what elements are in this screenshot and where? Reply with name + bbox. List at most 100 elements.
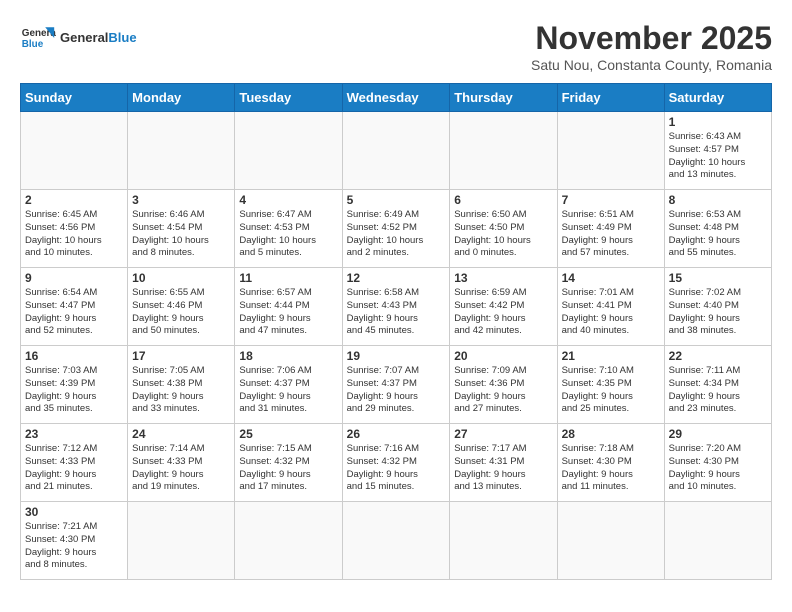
calendar-cell: 23 Sunrise: 7:12 AM Sunset: 4:33 PM Dayli… (21, 424, 128, 502)
week-row-6: 30Sunrise: 7:21 AM Sunset: 4:30 PM Dayli… (21, 502, 772, 580)
day-number: 5 (347, 193, 446, 207)
day-info: Sunrise: 6:53 AM Sunset: 4:48 PM Dayligh… (669, 209, 767, 260)
day-number: 7 (562, 193, 660, 207)
day-header-tuesday: Tuesday (235, 84, 342, 112)
day-info: Sunrise: 7:12 AM Sunset: 4:33 PM Dayligh… (25, 443, 123, 494)
header: General Blue GeneralBlue November 2025 S… (20, 20, 772, 73)
days-header-row: SundayMondayTuesdayWednesdayThursdayFrid… (21, 84, 772, 112)
day-info: Sunrise: 6:46 AM Sunset: 4:54 PM Dayligh… (132, 209, 230, 260)
calendar-cell: 10Sunrise: 6:55 AM Sunset: 4:46 PM Dayli… (128, 268, 235, 346)
day-number: 22 (669, 349, 767, 363)
day-number: 27 (454, 427, 552, 441)
calendar-cell (450, 502, 557, 580)
logo-blue: Blue (108, 30, 136, 45)
day-number: 6 (454, 193, 552, 207)
day-info: Sunrise: 6:50 AM Sunset: 4:50 PM Dayligh… (454, 209, 552, 260)
calendar-cell: 4Sunrise: 6:47 AM Sunset: 4:53 PM Daylig… (235, 190, 342, 268)
day-info: Sunrise: 6:51 AM Sunset: 4:49 PM Dayligh… (562, 209, 660, 260)
day-info: Sunrise: 7:17 AM Sunset: 4:31 PM Dayligh… (454, 443, 552, 494)
day-number: 19 (347, 349, 446, 363)
calendar-cell (342, 112, 450, 190)
calendar-cell: 29 Sunrise: 7:20 AM Sunset: 4:30 PM Dayli… (664, 424, 771, 502)
calendar-cell (128, 112, 235, 190)
title-area: November 2025 Satu Nou, Constanta County… (531, 20, 772, 73)
calendar-cell: 24Sunrise: 7:14 AM Sunset: 4:33 PM Dayli… (128, 424, 235, 502)
day-number: 10 (132, 271, 230, 285)
calendar: SundayMondayTuesdayWednesdayThursdayFrid… (20, 83, 772, 580)
calendar-cell (21, 112, 128, 190)
day-header-monday: Monday (128, 84, 235, 112)
calendar-cell: 12Sunrise: 6:58 AM Sunset: 4:43 PM Dayli… (342, 268, 450, 346)
day-info: Sunrise: 7:20 AM Sunset: 4:30 PM Dayligh… (669, 443, 767, 494)
week-row-4: 16 Sunrise: 7:03 AM Sunset: 4:39 PM Dayli… (21, 346, 772, 424)
calendar-cell (557, 112, 664, 190)
day-header-saturday: Saturday (664, 84, 771, 112)
day-header-thursday: Thursday (450, 84, 557, 112)
day-number: 17 (132, 349, 230, 363)
day-number: 29 (669, 427, 767, 441)
calendar-cell: 9Sunrise: 6:54 AM Sunset: 4:47 PM Daylig… (21, 268, 128, 346)
day-info: Sunrise: 6:58 AM Sunset: 4:43 PM Dayligh… (347, 287, 446, 338)
day-info: Sunrise: 6:54 AM Sunset: 4:47 PM Dayligh… (25, 287, 123, 338)
day-info: Sunrise: 7:03 AM Sunset: 4:39 PM Dayligh… (25, 365, 123, 416)
day-header-wednesday: Wednesday (342, 84, 450, 112)
day-number: 18 (239, 349, 337, 363)
day-info: Sunrise: 7:21 AM Sunset: 4:30 PM Dayligh… (25, 521, 123, 572)
day-number: 4 (239, 193, 337, 207)
calendar-cell: 18 Sunrise: 7:06 AM Sunset: 4:37 PM Dayli… (235, 346, 342, 424)
day-header-friday: Friday (557, 84, 664, 112)
week-row-2: 2Sunrise: 6:45 AM Sunset: 4:56 PM Daylig… (21, 190, 772, 268)
calendar-cell (450, 112, 557, 190)
logo-icon: General Blue (20, 20, 56, 56)
day-number: 16 (25, 349, 123, 363)
day-info: Sunrise: 6:57 AM Sunset: 4:44 PM Dayligh… (239, 287, 337, 338)
day-number: 25 (239, 427, 337, 441)
calendar-cell: 2Sunrise: 6:45 AM Sunset: 4:56 PM Daylig… (21, 190, 128, 268)
calendar-cell: 13Sunrise: 6:59 AM Sunset: 4:42 PM Dayli… (450, 268, 557, 346)
day-info: Sunrise: 7:05 AM Sunset: 4:38 PM Dayligh… (132, 365, 230, 416)
calendar-cell: 26Sunrise: 7:16 AM Sunset: 4:32 PM Dayli… (342, 424, 450, 502)
day-number: 11 (239, 271, 337, 285)
calendar-cell (235, 112, 342, 190)
day-number: 28 (562, 427, 660, 441)
calendar-cell: 17 Sunrise: 7:05 AM Sunset: 4:38 PM Dayli… (128, 346, 235, 424)
calendar-cell: 6 Sunrise: 6:50 AM Sunset: 4:50 PM Daylig… (450, 190, 557, 268)
day-number: 20 (454, 349, 552, 363)
calendar-cell: 16 Sunrise: 7:03 AM Sunset: 4:39 PM Dayli… (21, 346, 128, 424)
day-number: 15 (669, 271, 767, 285)
calendar-cell: 28 Sunrise: 7:18 AM Sunset: 4:30 PM Dayli… (557, 424, 664, 502)
day-number: 3 (132, 193, 230, 207)
day-info: Sunrise: 7:10 AM Sunset: 4:35 PM Dayligh… (562, 365, 660, 416)
logo-general: General (60, 30, 108, 45)
day-info: Sunrise: 6:59 AM Sunset: 4:42 PM Dayligh… (454, 287, 552, 338)
calendar-cell: 5Sunrise: 6:49 AM Sunset: 4:52 PM Daylig… (342, 190, 450, 268)
day-info: Sunrise: 7:15 AM Sunset: 4:32 PM Dayligh… (239, 443, 337, 494)
day-info: Sunrise: 6:43 AM Sunset: 4:57 PM Dayligh… (669, 131, 767, 182)
day-number: 23 (25, 427, 123, 441)
day-info: Sunrise: 7:06 AM Sunset: 4:37 PM Dayligh… (239, 365, 337, 416)
day-info: Sunrise: 7:01 AM Sunset: 4:41 PM Dayligh… (562, 287, 660, 338)
calendar-cell: 15 Sunrise: 7:02 AM Sunset: 4:40 PM Dayli… (664, 268, 771, 346)
calendar-cell: 7 Sunrise: 6:51 AM Sunset: 4:49 PM Daylig… (557, 190, 664, 268)
calendar-cell: 3 Sunrise: 6:46 AM Sunset: 4:54 PM Daylig… (128, 190, 235, 268)
calendar-cell: 19Sunrise: 7:07 AM Sunset: 4:37 PM Dayli… (342, 346, 450, 424)
location-subtitle: Satu Nou, Constanta County, Romania (531, 57, 772, 73)
month-title: November 2025 (531, 20, 772, 57)
day-info: Sunrise: 6:45 AM Sunset: 4:56 PM Dayligh… (25, 209, 123, 260)
day-number: 14 (562, 271, 660, 285)
day-info: Sunrise: 7:02 AM Sunset: 4:40 PM Dayligh… (669, 287, 767, 338)
calendar-cell: 25 Sunrise: 7:15 AM Sunset: 4:32 PM Dayli… (235, 424, 342, 502)
calendar-cell: 22 Sunrise: 7:11 AM Sunset: 4:34 PM Dayli… (664, 346, 771, 424)
day-info: Sunrise: 7:18 AM Sunset: 4:30 PM Dayligh… (562, 443, 660, 494)
calendar-cell: 11 Sunrise: 6:57 AM Sunset: 4:44 PM Dayli… (235, 268, 342, 346)
day-header-sunday: Sunday (21, 84, 128, 112)
calendar-cell (235, 502, 342, 580)
week-row-5: 23 Sunrise: 7:12 AM Sunset: 4:33 PM Dayli… (21, 424, 772, 502)
day-number: 1 (669, 115, 767, 129)
day-info: Sunrise: 7:14 AM Sunset: 4:33 PM Dayligh… (132, 443, 230, 494)
calendar-cell: 27 Sunrise: 7:17 AM Sunset: 4:31 PM Dayli… (450, 424, 557, 502)
calendar-cell: 14 Sunrise: 7:01 AM Sunset: 4:41 PM Dayli… (557, 268, 664, 346)
svg-text:Blue: Blue (22, 39, 44, 50)
day-info: Sunrise: 7:11 AM Sunset: 4:34 PM Dayligh… (669, 365, 767, 416)
calendar-cell: 30Sunrise: 7:21 AM Sunset: 4:30 PM Dayli… (21, 502, 128, 580)
